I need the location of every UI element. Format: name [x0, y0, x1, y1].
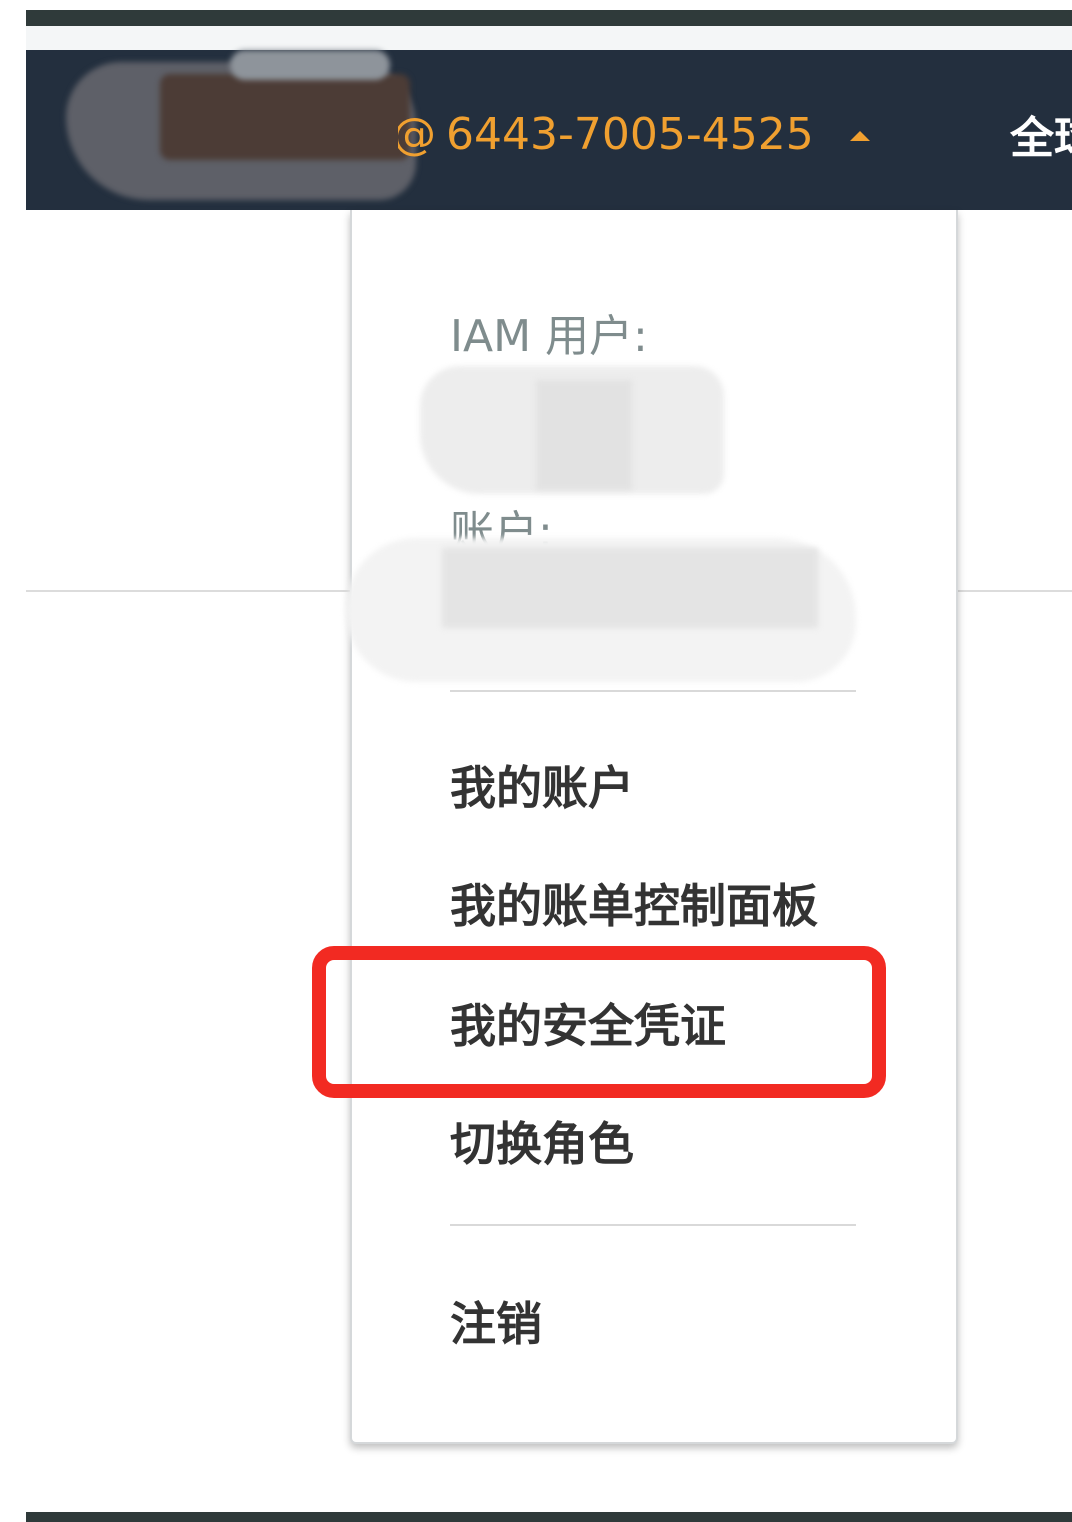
account-id: 6443-7005-4525: [446, 108, 814, 160]
account-prefix: @: [398, 109, 436, 160]
menu-item-my-account[interactable]: 我的账户: [450, 752, 634, 818]
menu-item-sign-out[interactable]: 注销: [450, 1288, 542, 1354]
redacted-iam-user-inner: [536, 380, 632, 490]
window-top-edge: [26, 10, 1072, 26]
menu-item-security-credentials[interactable]: 我的安全凭证: [450, 990, 726, 1056]
menu-item-billing-dashboard[interactable]: 我的账单控制面板: [450, 870, 818, 936]
region-label: 全球: [1010, 113, 1072, 164]
menu-divider: [450, 1224, 856, 1226]
region-menu-toggle[interactable]: 全球: [1010, 104, 1072, 164]
menu-divider: [450, 690, 856, 692]
redacted-account-inner: [442, 548, 818, 628]
iam-user-label: IAM 用户:: [450, 311, 648, 362]
menu-item-switch-role[interactable]: 切换角色: [450, 1108, 634, 1174]
window-top-strip: [26, 26, 1072, 50]
page-divider-left: [26, 590, 352, 592]
redacted-username-center: [160, 74, 410, 160]
redacted-username-highlight: [230, 50, 390, 80]
window-bottom-edge: [26, 1512, 1072, 1522]
aws-console-screenshot: @ 6443-7005-4525 全球 IAM 用户: 账户: 我的账户 我的账…: [0, 0, 1072, 1522]
caret-up-icon: [849, 131, 870, 141]
page-divider-right: [956, 590, 1072, 592]
account-menu-toggle[interactable]: @ 6443-7005-4525: [398, 104, 870, 164]
